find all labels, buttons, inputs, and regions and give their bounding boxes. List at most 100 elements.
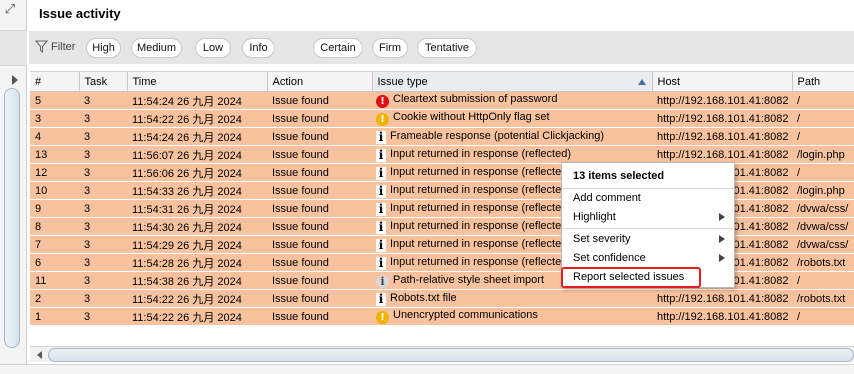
- issue-type-label: Input returned in response (reflected): [390, 219, 571, 232]
- cell-number: 11: [30, 271, 79, 290]
- cell-action: Issue found: [267, 109, 372, 128]
- issue-type-label: Path-relative style sheet import: [393, 273, 545, 286]
- cell-task: 3: [79, 271, 127, 290]
- cell-task: 3: [79, 109, 127, 128]
- column-header-path[interactable]: Path: [792, 71, 854, 92]
- menu-divider: [562, 228, 734, 229]
- info-icon: i: [376, 238, 386, 252]
- issue-type-label: Robots.txt file: [390, 291, 457, 304]
- issue-activity-panel: ⤢ Issue activity Filter High Medium Low …: [0, 0, 854, 374]
- cell-path: /: [792, 307, 854, 326]
- cell-time: 11:54:29 26 九月 2024: [127, 235, 267, 254]
- table-row[interactable]: 13 3 11:56:07 26 九月 2024 Issue found i Input …: [30, 145, 854, 164]
- cell-task: 3: [79, 253, 127, 272]
- chevron-right-icon[interactable]: [12, 75, 18, 85]
- info-icon: i: [376, 166, 386, 180]
- cell-action: Issue found: [267, 289, 372, 308]
- cell-task: 3: [79, 289, 127, 308]
- cell-task: 3: [79, 217, 127, 236]
- cell-time: 11:56:06 26 九月 2024: [127, 163, 267, 182]
- cell-host: http://192.168.101.41:8082: [652, 289, 792, 308]
- info-gray-icon: i: [376, 274, 389, 288]
- filter-chip-high[interactable]: High: [86, 38, 121, 58]
- column-header-time[interactable]: Time: [127, 71, 268, 92]
- cell-time: 11:54:38 26 九月 2024: [127, 271, 267, 290]
- submenu-arrow-icon: [719, 213, 725, 221]
- page-title: Issue activity: [39, 6, 121, 21]
- cell-number: 8: [30, 217, 79, 236]
- table-row[interactable]: 3 3 11:54:22 26 九月 2024 Issue found! Cookie …: [30, 109, 854, 128]
- column-header-issue-type-label: Issue type: [377, 75, 428, 88]
- cell-number: 13: [30, 145, 79, 164]
- issue-type-label: Cookie without HttpOnly flag set: [393, 111, 550, 123]
- cell-issue-type: i Input returned in response (reflected): [372, 145, 652, 164]
- column-header-task[interactable]: Task: [79, 71, 128, 92]
- menu-item-label: Set confidence: [573, 252, 646, 264]
- horizontal-scrollbar[interactable]: [30, 346, 854, 362]
- filter-label: Filter: [51, 40, 76, 53]
- table-row[interactable]: 4 3 11:54:24 26 九月 2024 Issue found i Frameab…: [30, 127, 854, 146]
- scroll-left-icon[interactable]: [37, 351, 42, 359]
- bottom-bar: [0, 364, 854, 374]
- left-strip: ⤢: [0, 0, 27, 374]
- warning-icon: !: [376, 311, 389, 324]
- cell-number: 6: [30, 253, 79, 272]
- filter-chip-info[interactable]: Info: [242, 38, 275, 58]
- column-header-action[interactable]: Action: [267, 71, 373, 92]
- filter-chip-firm[interactable]: Firm: [372, 38, 408, 58]
- filter-chip-low[interactable]: Low: [195, 38, 231, 58]
- menu-item-add-comment[interactable]: Add comment: [562, 189, 734, 208]
- cell-path: /robots.txt: [792, 289, 854, 308]
- context-menu: 13 items selected Add comment Highlight …: [561, 162, 735, 288]
- info-icon: i: [376, 256, 386, 270]
- cell-action: Issue found: [267, 235, 372, 254]
- menu-item-label: Add comment: [573, 192, 641, 204]
- cell-path: /login.php: [792, 145, 854, 164]
- cell-time: 11:54:28 26 九月 2024: [127, 253, 267, 272]
- cell-time: 11:54:33 26 九月 2024: [127, 181, 267, 200]
- menu-item-set-confidence[interactable]: Set confidence: [562, 249, 734, 268]
- cell-task: 3: [79, 127, 127, 146]
- cell-issue-type: ! Unencrypted communications: [372, 307, 652, 326]
- filter-chip-tentative[interactable]: Tentative: [417, 38, 477, 58]
- cell-time: 11:54:24 26 九月 2024: [127, 91, 267, 110]
- cell-number: 2: [30, 289, 79, 308]
- cell-action: Issue found: [267, 163, 372, 182]
- cell-path: /robots.txt: [792, 253, 854, 272]
- table-header-row: # Task Time Action Issue type Host Path: [30, 71, 854, 92]
- menu-item-highlight[interactable]: Highlight: [562, 208, 734, 227]
- cell-issue-type: i Frameable response (potential Clickjack…: [372, 127, 652, 146]
- cell-time: 11:54:31 26 九月 2024: [127, 199, 267, 218]
- column-header-issue-type[interactable]: Issue type: [372, 71, 653, 92]
- table-row[interactable]: 2 3 11:54:22 26 九月 2024 Issue found i Robots.…: [30, 289, 854, 308]
- cell-time: 11:54:22 26 九月 2024: [127, 109, 267, 128]
- submenu-arrow-icon: [719, 254, 725, 262]
- filter-chip-certain[interactable]: Certain: [313, 38, 363, 58]
- cell-task: 3: [79, 199, 127, 218]
- vertical-scrollbar[interactable]: [4, 88, 20, 348]
- warning-icon: !: [376, 113, 389, 126]
- cell-task: 3: [79, 145, 127, 164]
- filter-chip-medium[interactable]: Medium: [131, 38, 182, 58]
- scrollbar-thumb[interactable]: [48, 348, 854, 362]
- issue-type-label: Frameable response (potential Clickjacki…: [390, 129, 604, 142]
- cell-path: /: [792, 127, 854, 146]
- filter-button[interactable]: Filter: [35, 40, 75, 53]
- cell-host: http://192.168.101.41:8082: [652, 307, 792, 326]
- menu-item-report-selected-issues[interactable]: Report selected issues: [561, 267, 701, 288]
- cell-task: 3: [79, 181, 127, 200]
- column-header-host[interactable]: Host: [652, 71, 793, 92]
- cell-path: /dvwa/css/: [792, 199, 854, 218]
- column-header-number[interactable]: #: [30, 71, 80, 92]
- cell-task: 3: [79, 307, 127, 326]
- table-row[interactable]: 5 3 11:54:24 26 九月 2024 Issue found! Clearte…: [30, 91, 854, 110]
- menu-item-label: Report selected issues: [573, 271, 685, 283]
- expand-icon[interactable]: ⤢: [0, 0, 20, 20]
- cell-host: http://192.168.101.41:8082: [652, 91, 792, 110]
- menu-item-set-severity[interactable]: Set severity: [562, 230, 734, 249]
- cell-time: 11:54:24 26 九月 2024: [127, 127, 267, 146]
- table-row[interactable]: 1 3 11:54:22 26 九月 2024 Issue found! Unencry…: [30, 307, 854, 326]
- left-strip-band: [0, 30, 27, 66]
- cell-path: /: [792, 91, 854, 110]
- cell-path: /: [792, 163, 854, 182]
